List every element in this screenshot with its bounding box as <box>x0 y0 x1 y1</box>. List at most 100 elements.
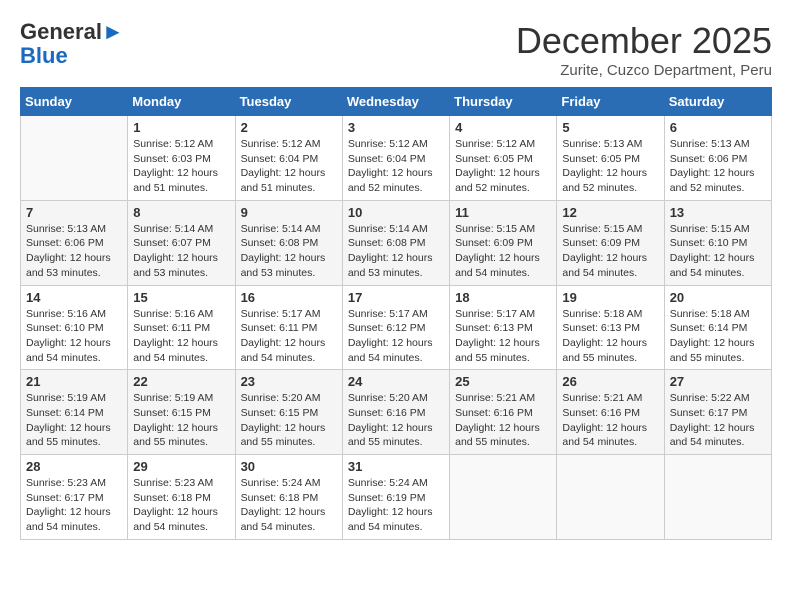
page-header: General► Blue December 2025 Zurite, Cuzc… <box>20 20 772 79</box>
sunset-text: Sunset: 6:08 PM <box>241 237 319 249</box>
sunrise-text: Sunrise: 5:14 AM <box>133 223 213 235</box>
day-number: 20 <box>670 290 766 305</box>
day-number: 8 <box>133 205 229 220</box>
calendar-cell: 8 Sunrise: 5:14 AM Sunset: 6:07 PM Dayli… <box>128 200 235 285</box>
daylight-text: Daylight: 12 hours and 55 minutes. <box>26 422 111 449</box>
day-info: Sunrise: 5:12 AM Sunset: 6:05 PM Dayligh… <box>455 137 551 196</box>
weekday-header-thursday: Thursday <box>450 88 557 116</box>
sunrise-text: Sunrise: 5:13 AM <box>670 138 750 150</box>
calendar-table: SundayMondayTuesdayWednesdayThursdayFrid… <box>20 87 772 540</box>
sunset-text: Sunset: 6:11 PM <box>241 322 318 334</box>
calendar-cell: 27 Sunrise: 5:22 AM Sunset: 6:17 PM Dayl… <box>664 370 771 455</box>
day-number: 29 <box>133 459 229 474</box>
day-number: 9 <box>241 205 337 220</box>
daylight-text: Daylight: 12 hours and 52 minutes. <box>348 167 433 194</box>
calendar-cell: 20 Sunrise: 5:18 AM Sunset: 6:14 PM Dayl… <box>664 285 771 370</box>
day-number: 15 <box>133 290 229 305</box>
calendar-cell: 16 Sunrise: 5:17 AM Sunset: 6:11 PM Dayl… <box>235 285 342 370</box>
sunset-text: Sunset: 6:17 PM <box>26 492 104 504</box>
logo: General► Blue <box>20 20 124 68</box>
daylight-text: Daylight: 12 hours and 55 minutes. <box>455 422 540 449</box>
day-number: 18 <box>455 290 551 305</box>
calendar-cell: 15 Sunrise: 5:16 AM Sunset: 6:11 PM Dayl… <box>128 285 235 370</box>
calendar-cell: 28 Sunrise: 5:23 AM Sunset: 6:17 PM Dayl… <box>21 455 128 540</box>
calendar-cell: 13 Sunrise: 5:15 AM Sunset: 6:10 PM Dayl… <box>664 200 771 285</box>
sunrise-text: Sunrise: 5:23 AM <box>133 477 213 489</box>
daylight-text: Daylight: 12 hours and 54 minutes. <box>348 506 433 533</box>
sunrise-text: Sunrise: 5:13 AM <box>26 223 106 235</box>
calendar-cell: 31 Sunrise: 5:24 AM Sunset: 6:19 PM Dayl… <box>342 455 449 540</box>
day-number: 28 <box>26 459 122 474</box>
calendar-cell: 22 Sunrise: 5:19 AM Sunset: 6:15 PM Dayl… <box>128 370 235 455</box>
calendar-week-row: 14 Sunrise: 5:16 AM Sunset: 6:10 PM Dayl… <box>21 285 772 370</box>
daylight-text: Daylight: 12 hours and 51 minutes. <box>241 167 326 194</box>
sunrise-text: Sunrise: 5:23 AM <box>26 477 106 489</box>
calendar-week-row: 7 Sunrise: 5:13 AM Sunset: 6:06 PM Dayli… <box>21 200 772 285</box>
daylight-text: Daylight: 12 hours and 51 minutes. <box>133 167 218 194</box>
day-info: Sunrise: 5:21 AM Sunset: 6:16 PM Dayligh… <box>562 391 658 450</box>
sunrise-text: Sunrise: 5:20 AM <box>348 392 428 404</box>
day-info: Sunrise: 5:21 AM Sunset: 6:16 PM Dayligh… <box>455 391 551 450</box>
sunrise-text: Sunrise: 5:22 AM <box>670 392 750 404</box>
calendar-cell: 17 Sunrise: 5:17 AM Sunset: 6:12 PM Dayl… <box>342 285 449 370</box>
sunset-text: Sunset: 6:03 PM <box>133 153 211 165</box>
day-info: Sunrise: 5:17 AM Sunset: 6:12 PM Dayligh… <box>348 307 444 366</box>
calendar-cell <box>664 455 771 540</box>
weekday-header-sunday: Sunday <box>21 88 128 116</box>
sunset-text: Sunset: 6:14 PM <box>26 407 104 419</box>
day-number: 30 <box>241 459 337 474</box>
sunrise-text: Sunrise: 5:15 AM <box>562 223 642 235</box>
day-number: 22 <box>133 374 229 389</box>
calendar-cell: 6 Sunrise: 5:13 AM Sunset: 6:06 PM Dayli… <box>664 116 771 201</box>
day-number: 12 <box>562 205 658 220</box>
day-info: Sunrise: 5:16 AM Sunset: 6:10 PM Dayligh… <box>26 307 122 366</box>
day-number: 2 <box>241 120 337 135</box>
location-subtitle: Zurite, Cuzco Department, Peru <box>516 62 772 79</box>
sunset-text: Sunset: 6:09 PM <box>455 237 533 249</box>
daylight-text: Daylight: 12 hours and 55 minutes. <box>348 422 433 449</box>
calendar-cell: 25 Sunrise: 5:21 AM Sunset: 6:16 PM Dayl… <box>450 370 557 455</box>
calendar-cell <box>450 455 557 540</box>
weekday-header-wednesday: Wednesday <box>342 88 449 116</box>
sunrise-text: Sunrise: 5:18 AM <box>562 308 642 320</box>
daylight-text: Daylight: 12 hours and 53 minutes. <box>241 252 326 279</box>
sunrise-text: Sunrise: 5:14 AM <box>348 223 428 235</box>
calendar-cell: 14 Sunrise: 5:16 AM Sunset: 6:10 PM Dayl… <box>21 285 128 370</box>
day-number: 14 <box>26 290 122 305</box>
sunrise-text: Sunrise: 5:15 AM <box>455 223 535 235</box>
calendar-cell: 12 Sunrise: 5:15 AM Sunset: 6:09 PM Dayl… <box>557 200 664 285</box>
day-info: Sunrise: 5:20 AM Sunset: 6:15 PM Dayligh… <box>241 391 337 450</box>
day-number: 3 <box>348 120 444 135</box>
sunset-text: Sunset: 6:08 PM <box>348 237 426 249</box>
day-number: 10 <box>348 205 444 220</box>
calendar-week-row: 21 Sunrise: 5:19 AM Sunset: 6:14 PM Dayl… <box>21 370 772 455</box>
sunrise-text: Sunrise: 5:21 AM <box>562 392 642 404</box>
day-info: Sunrise: 5:15 AM Sunset: 6:10 PM Dayligh… <box>670 222 766 281</box>
weekday-header-saturday: Saturday <box>664 88 771 116</box>
calendar-cell <box>557 455 664 540</box>
day-info: Sunrise: 5:17 AM Sunset: 6:13 PM Dayligh… <box>455 307 551 366</box>
daylight-text: Daylight: 12 hours and 53 minutes. <box>348 252 433 279</box>
day-number: 17 <box>348 290 444 305</box>
sunrise-text: Sunrise: 5:19 AM <box>133 392 213 404</box>
sunrise-text: Sunrise: 5:19 AM <box>26 392 106 404</box>
sunset-text: Sunset: 6:04 PM <box>348 153 426 165</box>
day-info: Sunrise: 5:22 AM Sunset: 6:17 PM Dayligh… <box>670 391 766 450</box>
sunset-text: Sunset: 6:12 PM <box>348 322 426 334</box>
sunrise-text: Sunrise: 5:18 AM <box>670 308 750 320</box>
logo-blue: Blue <box>20 43 68 68</box>
daylight-text: Daylight: 12 hours and 54 minutes. <box>241 506 326 533</box>
day-number: 16 <box>241 290 337 305</box>
day-info: Sunrise: 5:12 AM Sunset: 6:04 PM Dayligh… <box>241 137 337 196</box>
daylight-text: Daylight: 12 hours and 54 minutes. <box>670 252 755 279</box>
calendar-cell: 30 Sunrise: 5:24 AM Sunset: 6:18 PM Dayl… <box>235 455 342 540</box>
calendar-cell: 1 Sunrise: 5:12 AM Sunset: 6:03 PM Dayli… <box>128 116 235 201</box>
sunset-text: Sunset: 6:18 PM <box>241 492 319 504</box>
daylight-text: Daylight: 12 hours and 55 minutes. <box>562 337 647 364</box>
sunset-text: Sunset: 6:05 PM <box>455 153 533 165</box>
day-number: 27 <box>670 374 766 389</box>
day-info: Sunrise: 5:18 AM Sunset: 6:13 PM Dayligh… <box>562 307 658 366</box>
logo-general: General <box>20 19 102 44</box>
sunrise-text: Sunrise: 5:20 AM <box>241 392 321 404</box>
daylight-text: Daylight: 12 hours and 53 minutes. <box>26 252 111 279</box>
